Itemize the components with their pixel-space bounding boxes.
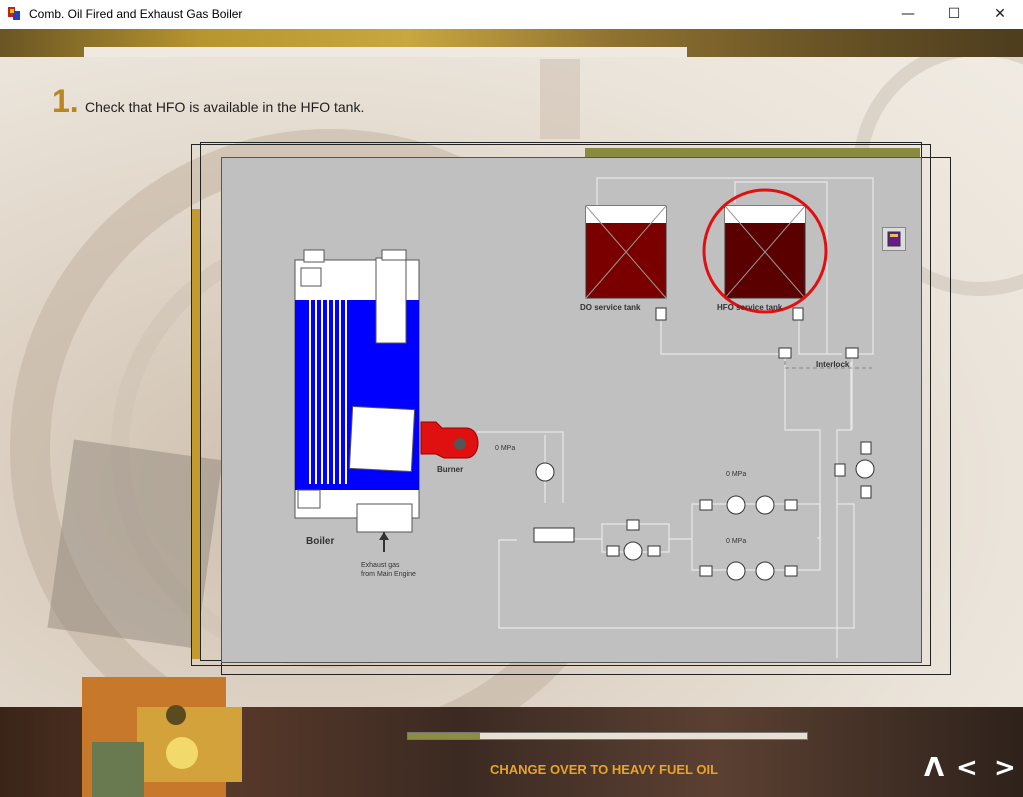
boiler-diagram: DO service tank HFO service tank Interlo… [221, 157, 922, 663]
diagram-svg: DO service tank HFO service tank Interlo… [294, 177, 875, 658]
burner-shape [420, 421, 479, 459]
minimize-button[interactable]: — [885, 0, 931, 29]
boiler-shape [294, 249, 420, 552]
interlock-label: Interlock [816, 360, 850, 369]
procedure-title: CHANGE OVER TO HEAVY FUEL OIL [490, 762, 719, 777]
maximize-button[interactable]: ☐ [931, 0, 977, 29]
hfo-tank-label: HFO service tank [717, 303, 783, 312]
up-button[interactable]: ᐱ [924, 753, 944, 783]
step-instruction: Check that HFO is available in the HFO t… [85, 99, 365, 115]
help-book-button[interactable] [882, 227, 906, 251]
burner-label: Burner [437, 465, 463, 474]
main-stage: 1. Check that HFO is available in the HF… [0, 29, 1023, 797]
progress-bar [407, 732, 808, 740]
procedure-thumbnail-image [82, 677, 242, 797]
exhaust-label-line2: from Main Engine [361, 571, 416, 578]
app-icon [8, 7, 20, 20]
do-tank-label: DO service tank [580, 303, 641, 312]
progress-fill [408, 733, 480, 739]
back-button[interactable]: < [956, 753, 978, 783]
close-button[interactable]: ✕ [977, 0, 1023, 29]
do-tank-shape [585, 205, 667, 299]
exhaust-label-line1: Exhaust gas [361, 562, 400, 569]
diagram-gold-edge [192, 209, 200, 659]
diagram-header-bar [585, 148, 920, 157]
next-button[interactable]: > [994, 753, 1016, 783]
step-number: 1. [52, 83, 79, 119]
boiler-label: Boiler [306, 536, 334, 547]
window-title: Comb. Oil Fired and Exhaust Gas Boiler [29, 7, 243, 21]
pump1-pressure-label: 0 MPa [726, 471, 746, 478]
burner-pressure-label: 0 MPa [495, 445, 515, 452]
header-strip [84, 47, 687, 57]
pump2-pressure-label: 0 MPa [726, 538, 746, 545]
hfo-tank-shape [724, 205, 806, 299]
book-icon [887, 231, 901, 247]
window-titlebar: Comb. Oil Fired and Exhaust Gas Boiler —… [0, 0, 1023, 29]
